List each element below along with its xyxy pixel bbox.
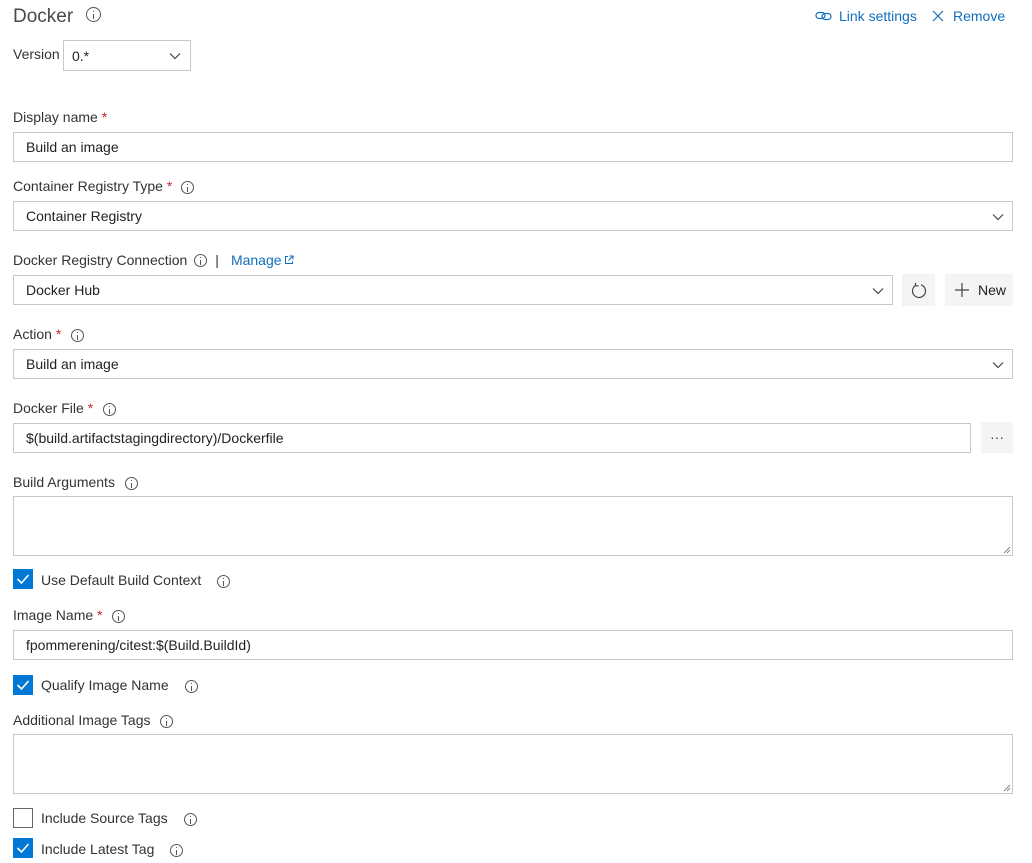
action-label: Action * xyxy=(13,326,85,342)
plus-icon xyxy=(955,283,969,297)
qualify-image-name-checkbox[interactable] xyxy=(13,675,33,695)
version-label: Version xyxy=(13,46,60,62)
additional-tags-textarea[interactable] xyxy=(13,734,1013,794)
required-marker: * xyxy=(101,109,108,125)
additional-tags-label-text: Additional Image Tags xyxy=(13,712,151,728)
info-icon[interactable] xyxy=(170,843,184,857)
docker-file-label-text: Docker File xyxy=(13,400,84,416)
action-select[interactable]: Build an image xyxy=(13,349,1013,379)
chevron-down-icon xyxy=(872,288,884,295)
include-source-tags-label-text: Include Source Tags xyxy=(41,810,168,826)
checkmark-icon xyxy=(16,574,30,585)
info-icon[interactable] xyxy=(124,476,138,490)
image-name-label: Image Name * xyxy=(13,607,126,623)
build-arguments-label: Build Arguments xyxy=(13,474,138,490)
close-icon xyxy=(932,10,944,22)
manage-link[interactable]: Manage xyxy=(231,252,294,268)
chevron-down-icon xyxy=(992,362,1004,369)
display-name-value: Build an image xyxy=(26,139,119,155)
link-icon xyxy=(815,11,832,21)
info-icon[interactable] xyxy=(86,7,102,23)
new-label: New xyxy=(978,282,1007,298)
version-select[interactable]: 0.* xyxy=(63,40,191,71)
required-marker: * xyxy=(97,607,103,623)
include-source-tags-label: Include Source Tags xyxy=(41,810,197,826)
info-icon[interactable] xyxy=(194,253,208,267)
registry-type-select[interactable]: Container Registry xyxy=(13,201,1013,231)
include-latest-tag-label: Include Latest Tag xyxy=(41,841,184,857)
registry-type-value: Container Registry xyxy=(26,208,142,224)
display-name-label: Display name * xyxy=(13,109,107,125)
resize-grip-icon[interactable] xyxy=(1003,546,1011,554)
include-latest-tag-label-text: Include Latest Tag xyxy=(41,841,155,857)
chevron-down-icon xyxy=(169,53,181,60)
registry-connection-select[interactable]: Docker Hub xyxy=(13,275,893,305)
info-icon[interactable] xyxy=(181,180,195,194)
remove-label: Remove xyxy=(953,8,1006,24)
registry-connection-value: Docker Hub xyxy=(26,282,100,298)
build-arguments-textarea[interactable] xyxy=(13,496,1013,556)
chevron-down-icon xyxy=(992,214,1004,221)
version-value: 0.* xyxy=(72,48,90,64)
link-settings-label: Link settings xyxy=(839,8,917,24)
manage-link-label: Manage xyxy=(230,252,282,268)
info-icon[interactable] xyxy=(160,714,174,728)
docker-file-input[interactable]: $(build.artifactstagingdirectory)/Docker… xyxy=(13,423,971,453)
refresh-button[interactable] xyxy=(902,274,935,306)
include-source-tags-checkbox[interactable] xyxy=(13,808,33,828)
task-title-text: Docker xyxy=(13,6,74,27)
build-arguments-label-text: Build Arguments xyxy=(13,474,115,490)
additional-tags-label: Additional Image Tags xyxy=(13,712,174,728)
use-default-context-label: Use Default Build Context xyxy=(41,572,231,588)
info-icon[interactable] xyxy=(183,812,197,826)
registry-type-label: Container Registry Type * xyxy=(13,178,195,194)
link-settings-button[interactable]: Link settings xyxy=(815,7,917,25)
remove-button[interactable]: Remove xyxy=(932,7,1005,25)
resize-grip-icon[interactable] xyxy=(1003,784,1011,792)
task-title: Docker xyxy=(13,6,102,28)
browse-button[interactable]: ··· xyxy=(981,422,1013,453)
use-default-context-label-text: Use Default Build Context xyxy=(41,572,202,588)
checkmark-icon xyxy=(16,680,30,691)
display-name-label-text: Display name xyxy=(13,109,98,125)
new-connection-button[interactable]: New xyxy=(945,274,1013,306)
qualify-image-name-label: Qualify Image Name xyxy=(41,677,198,693)
info-icon[interactable] xyxy=(103,402,117,416)
info-icon[interactable] xyxy=(217,574,231,588)
required-marker: * xyxy=(166,178,173,194)
action-value: Build an image xyxy=(26,356,119,372)
required-marker: * xyxy=(87,400,94,416)
action-label-text: Action xyxy=(13,326,52,342)
info-icon[interactable] xyxy=(184,679,198,693)
display-name-input[interactable]: Build an image xyxy=(13,132,1013,162)
include-latest-tag-checkbox[interactable] xyxy=(13,838,33,858)
registry-connection-label: Docker Registry Connection | Manage xyxy=(13,252,294,268)
info-icon[interactable] xyxy=(71,328,85,342)
ellipsis-icon: ··· xyxy=(990,429,1004,445)
registry-connection-label-text: Docker Registry Connection xyxy=(13,252,188,268)
external-link-icon xyxy=(284,255,294,264)
separator: | xyxy=(215,252,219,268)
qualify-image-name-label-text: Qualify Image Name xyxy=(41,677,169,693)
docker-file-label: Docker File * xyxy=(13,400,117,416)
use-default-context-checkbox[interactable] xyxy=(13,569,33,589)
refresh-icon xyxy=(911,282,927,299)
image-name-label-text: Image Name xyxy=(13,607,94,623)
image-name-input[interactable]: fpommerening/citest:$(Build.BuildId) xyxy=(13,630,1013,660)
registry-type-label-text: Container Registry Type xyxy=(13,178,163,194)
image-name-value: fpommerening/citest:$(Build.BuildId) xyxy=(26,637,251,653)
required-marker: * xyxy=(55,326,62,342)
checkmark-icon xyxy=(16,843,30,854)
info-icon[interactable] xyxy=(112,609,126,623)
docker-file-value: $(build.artifactstagingdirectory)/Docker… xyxy=(26,430,284,446)
